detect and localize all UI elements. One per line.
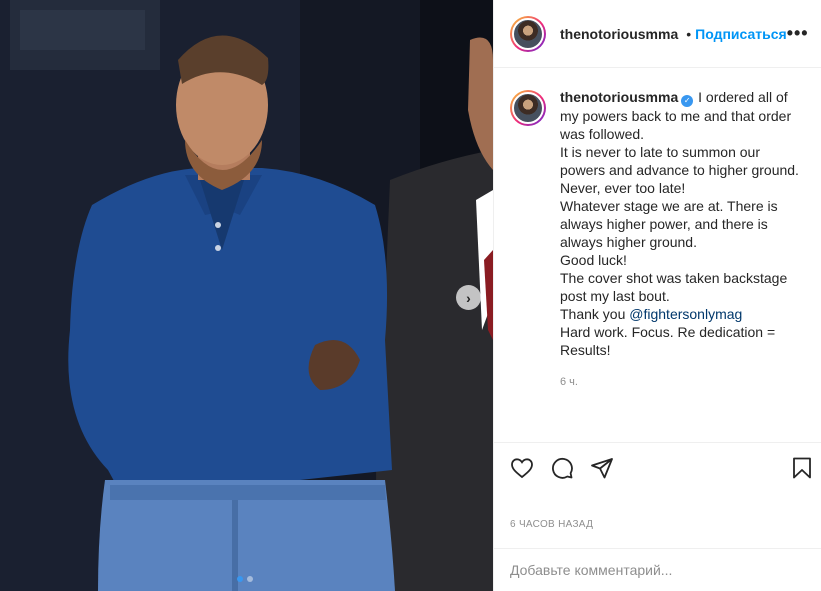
photo-illustration: [0, 0, 493, 591]
heart-icon[interactable]: [510, 456, 534, 480]
bookmark-icon[interactable]: [790, 456, 814, 480]
caption-line: Results!: [560, 342, 611, 358]
separator-dot: •: [686, 25, 692, 42]
follow-button[interactable]: Подписаться: [695, 26, 787, 42]
more-options-icon[interactable]: •••: [787, 23, 809, 44]
caption-avatar[interactable]: [510, 90, 546, 126]
comment-section: [494, 548, 821, 591]
carousel-next-button[interactable]: ›: [456, 285, 481, 310]
caption-line: Hard work. Focus. Re dedication =: [560, 324, 776, 340]
carousel-indicator: [237, 576, 253, 582]
comment-icon[interactable]: [550, 456, 574, 480]
carousel-dot: [237, 576, 243, 582]
caption-line: Whatever stage we are at. There is alway…: [560, 198, 778, 250]
caption-thanks-line: Thank you @fightersonlymag: [560, 305, 805, 323]
post-header: thenotoriousmma • Подписаться •••: [494, 0, 821, 68]
mention-link[interactable]: @fightersonlymag: [629, 306, 742, 322]
caption-line: The cover shot was taken backstage post …: [560, 270, 788, 304]
post-details-panel: thenotoriousmma • Подписаться ••• thenot…: [493, 0, 821, 591]
post-timestamp[interactable]: 6 ЧАСОВ НАЗАД: [510, 519, 593, 530]
caption-age[interactable]: 6 ч.: [560, 373, 805, 391]
caption-text: thenotoriousmma ✓ I ordered all of my pow…: [560, 88, 805, 440]
post-photo[interactable]: ›: [0, 0, 493, 591]
chevron-right-icon: ›: [466, 289, 471, 306]
carousel-dot: [247, 576, 253, 582]
caption-line: It is never to late to summon our powers…: [560, 144, 799, 178]
username-link[interactable]: thenotoriousmma: [560, 26, 678, 42]
caption-line: Good luck!: [560, 252, 627, 268]
verified-badge-icon: ✓: [681, 95, 694, 107]
share-icon[interactable]: [590, 456, 614, 480]
caption-line: Never, ever too late!: [560, 180, 686, 196]
caption-username-link[interactable]: thenotoriousmma: [560, 89, 678, 105]
avatar[interactable]: [510, 15, 546, 52]
caption: thenotoriousmma ✓ I ordered all of my pow…: [494, 68, 821, 440]
action-bar: [494, 442, 821, 492]
comment-input[interactable]: [510, 562, 806, 578]
thanks-text: Thank you: [560, 306, 626, 322]
